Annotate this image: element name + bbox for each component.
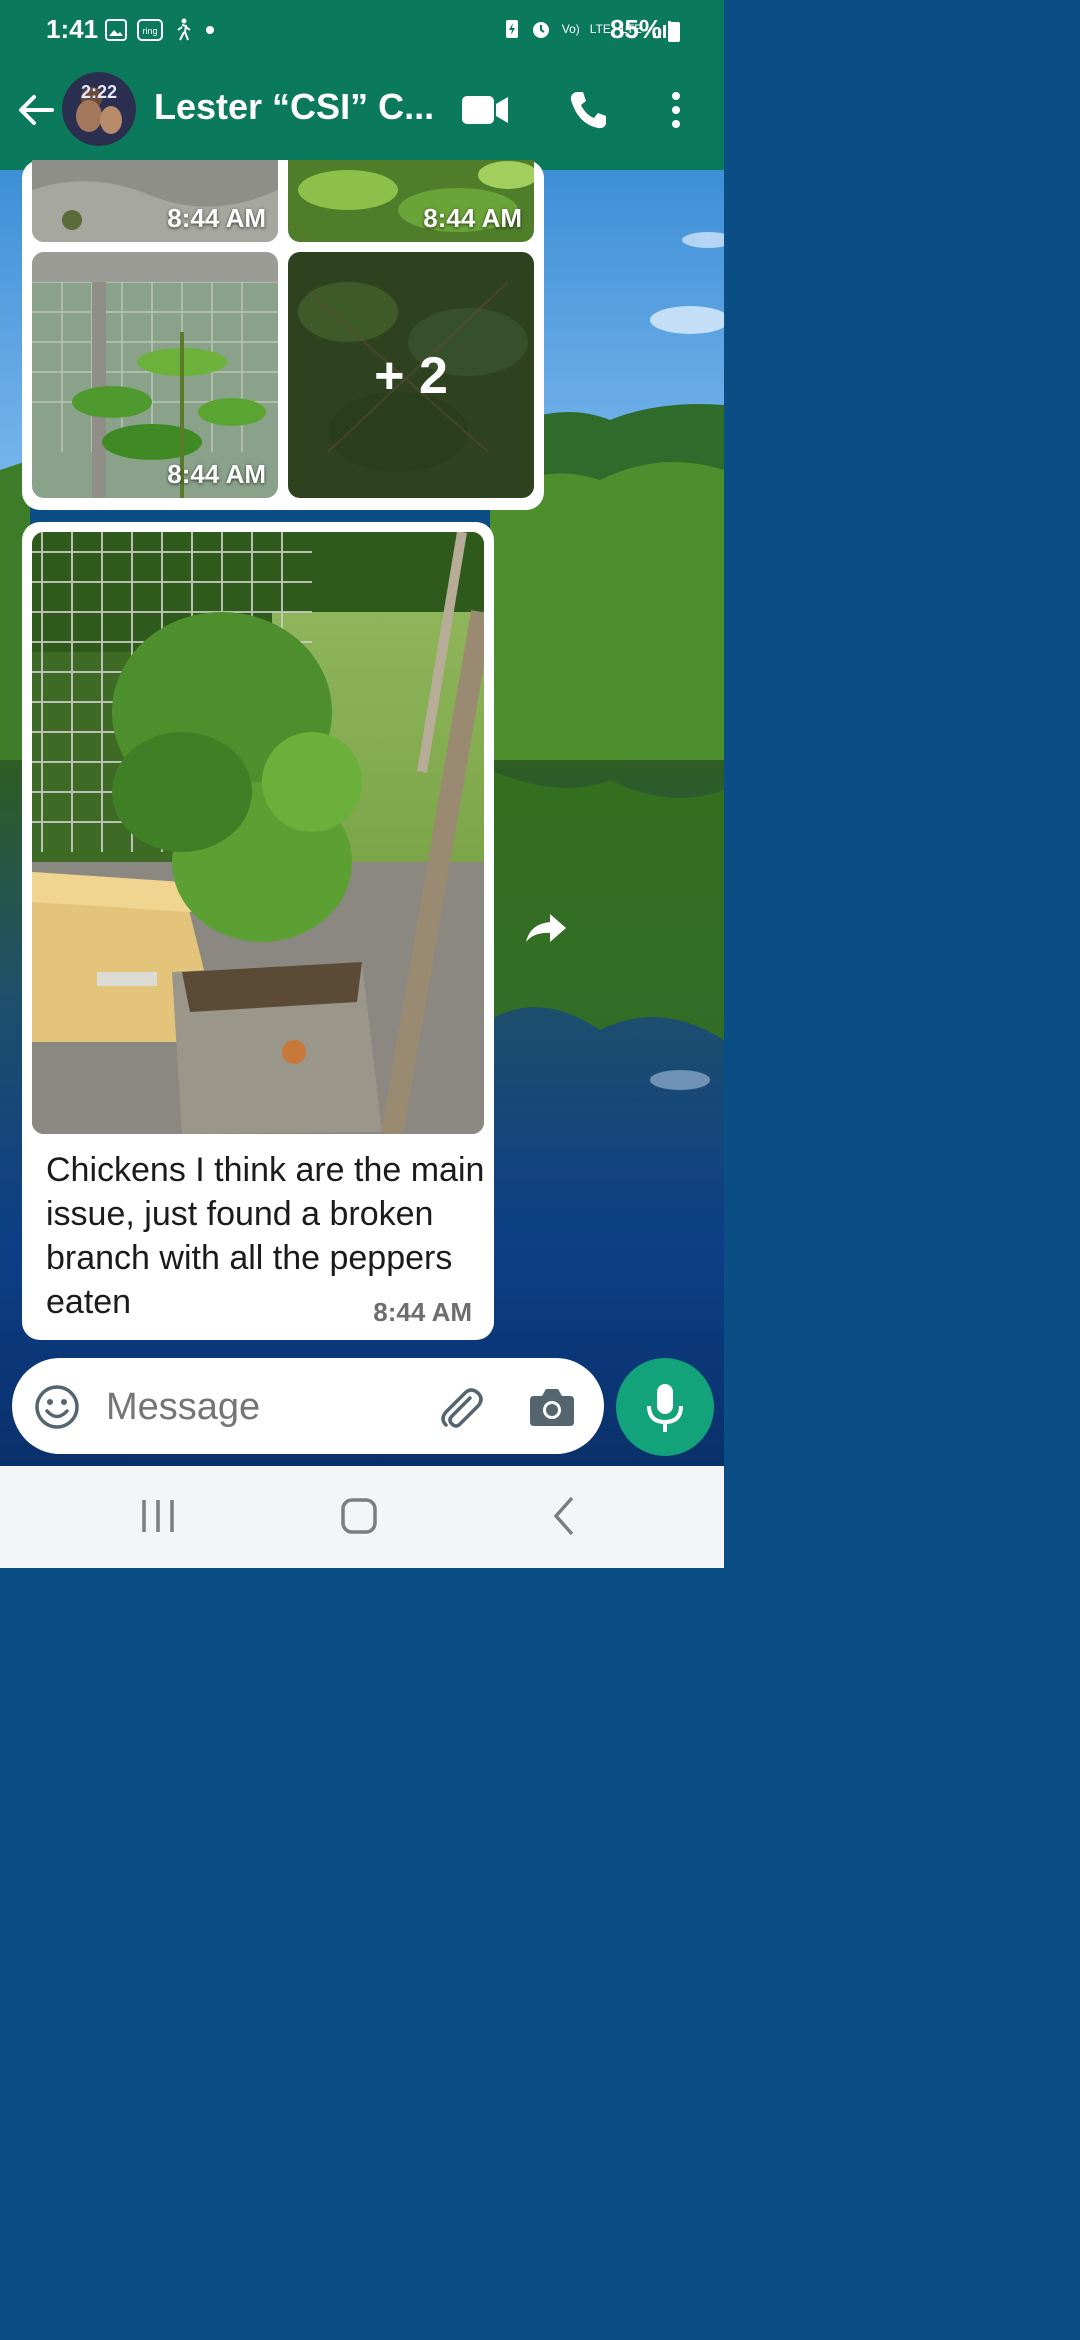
voice-message-button[interactable]	[616, 1358, 714, 1456]
dot-icon	[206, 26, 214, 34]
message-photo[interactable]	[32, 532, 484, 1134]
photo-message[interactable]: Chickens I think are the main issue, jus…	[22, 522, 494, 1340]
album-more-count: + 2	[374, 347, 448, 405]
back-arrow-icon[interactable]	[16, 90, 56, 130]
mic-icon	[647, 1384, 683, 1432]
phone-icon[interactable]	[566, 88, 610, 132]
message-composer	[12, 1358, 604, 1454]
attach-icon[interactable]	[436, 1384, 484, 1432]
album-photo-2[interactable]: 8:44 AM	[288, 160, 534, 242]
status-time: 1:41	[46, 14, 99, 44]
album-photo-2-time: 8:44 AM	[423, 203, 522, 233]
message-input[interactable]	[104, 1380, 408, 1434]
app-header: 1:41 ring Vo) LTE LTE 85% 2:22 Lester “C…	[0, 0, 724, 170]
battery-percent: 85%	[609, 14, 662, 44]
system-navigation-bar	[0, 1466, 724, 1568]
chat-title[interactable]: Lester “CSI” C...	[154, 86, 434, 128]
notification-icons: ring	[105, 18, 217, 42]
contact-avatar[interactable]: 2:22	[62, 72, 136, 146]
album-photo-3[interactable]: 8:44 AM	[32, 252, 278, 498]
walking-icon	[177, 18, 191, 41]
forward-icon[interactable]	[522, 908, 570, 948]
photo-album-message[interactable]: 8:44 AM 8:44 AM 8:44 AM + 2	[22, 160, 544, 510]
battery-saver-icon	[505, 20, 518, 38]
avatar-face	[76, 100, 102, 132]
ring-app-icon: ring	[137, 19, 163, 41]
back-nav-icon[interactable]	[534, 1492, 594, 1542]
album-photo-1-time: 8:44 AM	[167, 203, 266, 233]
video-call-icon[interactable]	[460, 90, 510, 130]
volte-label: Vo)	[561, 22, 580, 36]
gallery-icon	[105, 19, 127, 41]
message-time: 8:44 AM	[373, 1297, 472, 1327]
album-photo-more[interactable]: + 2	[288, 252, 534, 498]
status-bar: 1:41 ring Vo) LTE LTE 85%	[0, 0, 724, 64]
message-photo-image	[32, 532, 484, 1134]
camera-icon[interactable]	[528, 1384, 576, 1430]
alarm-icon	[532, 22, 549, 38]
more-vert-icon[interactable]	[664, 88, 688, 132]
avatar-time: 2:22	[80, 82, 118, 102]
avatar-face-2	[100, 106, 122, 134]
home-icon[interactable]	[330, 1492, 390, 1542]
svg-text:ring: ring	[142, 26, 157, 36]
album-photo-1[interactable]: 8:44 AM	[32, 160, 278, 242]
album-photo-3-time: 8:44 AM	[167, 459, 266, 489]
recents-icon[interactable]	[128, 1492, 188, 1542]
lte-label: LTE	[589, 22, 611, 36]
battery-icon	[668, 22, 680, 42]
emoji-icon[interactable]	[34, 1384, 80, 1430]
